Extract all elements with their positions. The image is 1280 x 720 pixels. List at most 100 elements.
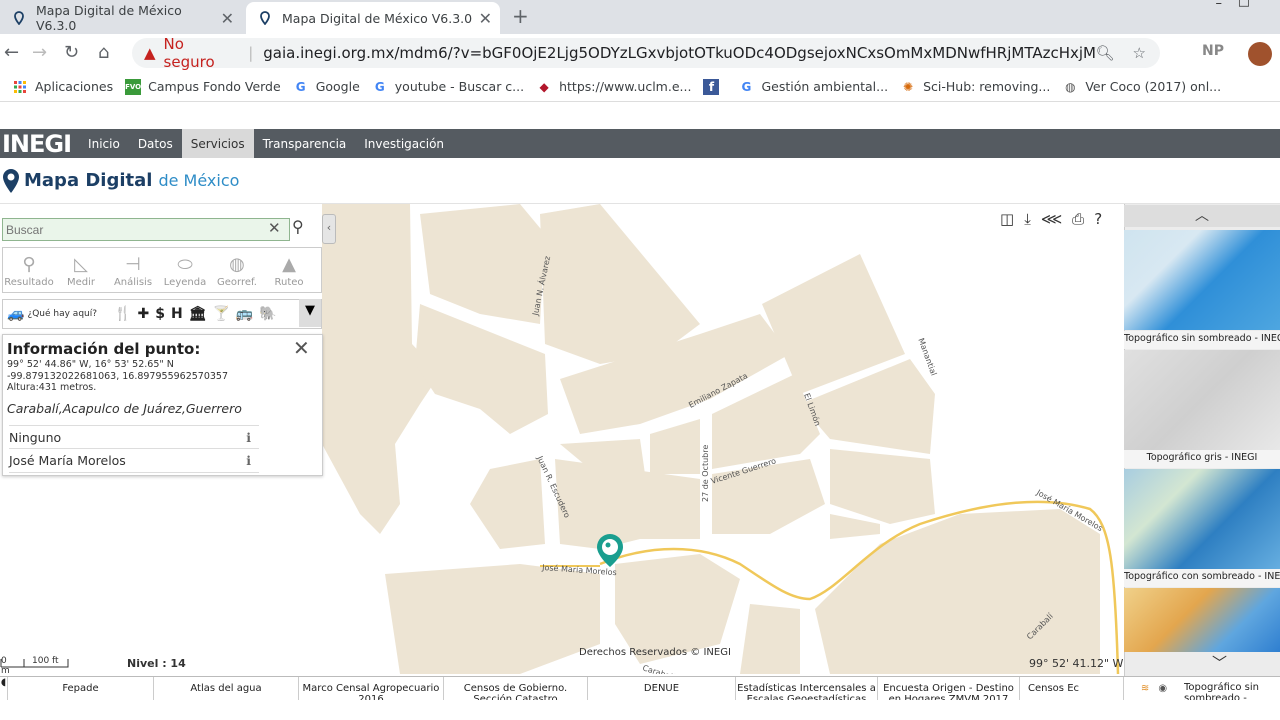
hotel-icon[interactable]: H bbox=[171, 306, 183, 322]
app-subtitle: de México bbox=[158, 171, 240, 190]
close-icon[interactable]: ✕ bbox=[221, 9, 234, 28]
uclm-icon: ◆ bbox=[539, 79, 549, 94]
share-icon[interactable]: ⋘ bbox=[1041, 210, 1062, 228]
search-icon[interactable]: ⚲ bbox=[292, 217, 304, 236]
scroll-left-icon[interactable]: ◖ bbox=[0, 677, 8, 701]
what-here-icon[interactable]: 🚙 bbox=[7, 306, 24, 322]
split-view-icon[interactable]: ◫ bbox=[1000, 210, 1014, 228]
zoo-icon[interactable]: 🐘 bbox=[259, 306, 276, 322]
bookmark-youtube[interactable]: Gyoutube - Buscar c... bbox=[372, 79, 524, 95]
print-icon[interactable]: ⎙ bbox=[1072, 210, 1084, 228]
bottom-tab[interactable]: Censos de Gobierno. Sección Catastro bbox=[444, 677, 588, 701]
bottom-tab[interactable]: Censos Ec bbox=[1020, 677, 1124, 701]
menu-inicio[interactable]: Inicio bbox=[79, 129, 129, 158]
help-icon[interactable]: ? bbox=[1094, 210, 1102, 228]
info-icon[interactable]: ℹ bbox=[246, 453, 251, 468]
new-tab-button[interactable]: + bbox=[512, 4, 529, 28]
inegi-logo[interactable]: INEGI bbox=[0, 130, 79, 158]
poi-dropdown-icon[interactable]: ▼ bbox=[299, 299, 321, 327]
bookmark-label: Gestión ambiental... bbox=[761, 79, 889, 94]
tag-icon: ⬭ bbox=[177, 254, 193, 275]
clear-icon[interactable]: ✕ bbox=[268, 219, 281, 237]
info-row[interactable]: José María Morelos ℹ bbox=[9, 449, 259, 473]
bus-icon[interactable]: 🚌 bbox=[236, 306, 253, 322]
eye-icon[interactable]: ◉ bbox=[1158, 683, 1167, 694]
bookmark-scihub[interactable]: ✺ Sci-Hub: removing... bbox=[900, 79, 1050, 95]
bookmark-uclm[interactable]: ◆ https://www.uclm.e... bbox=[536, 79, 691, 95]
close-icon[interactable]: ✕ bbox=[293, 336, 310, 360]
bar-icon[interactable]: 🍸 bbox=[212, 306, 229, 322]
basemap-thumb-relief[interactable] bbox=[1124, 588, 1280, 652]
minimize-icon[interactable]: – bbox=[1216, 0, 1223, 11]
bank-icon[interactable]: $ bbox=[155, 306, 165, 322]
tool-medir[interactable]: ◺ Medir bbox=[55, 248, 107, 292]
map-pin-icon bbox=[2, 168, 20, 198]
bookmark-campus[interactable]: FVO Campus Fondo Verde bbox=[125, 78, 281, 95]
chevron-up-icon[interactable]: ︿ bbox=[1124, 205, 1280, 227]
reload-icon[interactable]: ↻ bbox=[64, 42, 79, 63]
basemap-thumb-shaded[interactable] bbox=[1124, 469, 1280, 569]
road-icon: ▲ bbox=[282, 254, 296, 275]
bookmark-apps[interactable]: Aplicaciones bbox=[12, 79, 113, 95]
bookmark-gestion[interactable]: G Gestión ambiental... bbox=[738, 79, 889, 95]
tool-georref[interactable]: ◍ Georref. bbox=[211, 248, 263, 292]
bottom-tab[interactable]: Marco Censal Agropecuario 2016 bbox=[299, 677, 444, 701]
bottom-tab[interactable]: Fepade bbox=[8, 677, 154, 701]
star-icon[interactable]: ☆ bbox=[1133, 44, 1146, 62]
zoom-level: Nivel : 14 bbox=[127, 657, 186, 670]
bookmark-facebook[interactable]: f bbox=[703, 78, 726, 95]
back-icon[interactable]: ← bbox=[4, 42, 19, 63]
profile-initials[interactable]: NP bbox=[1202, 43, 1224, 59]
tool-leyenda[interactable]: ⬭ Leyenda bbox=[159, 248, 211, 292]
museum-icon[interactable]: 🏛 bbox=[189, 306, 207, 322]
address-bar[interactable]: ▲ No seguro | gaia.inegi.org.mx/mdm6/?v=… bbox=[132, 35, 1160, 71]
avatar[interactable] bbox=[1248, 42, 1272, 66]
bottom-tab[interactable]: DENUE bbox=[588, 677, 736, 701]
menu-transparencia[interactable]: Transparencia bbox=[254, 129, 356, 158]
tool-resultado[interactable]: ⚲ Resultado bbox=[3, 248, 55, 292]
scale-meters: 0 m bbox=[1, 656, 10, 676]
bottom-tab[interactable]: Encuesta Origen - Destino en Hogares ZMV… bbox=[878, 677, 1020, 701]
bookmark-google[interactable]: G Google bbox=[293, 79, 360, 95]
tool-analisis[interactable]: ⊣ Análisis bbox=[107, 248, 159, 292]
maximize-icon[interactable]: □ bbox=[1238, 0, 1250, 9]
separator: | bbox=[248, 44, 254, 62]
chevron-down-icon[interactable]: ﹀ bbox=[1212, 652, 1227, 673]
info-icon[interactable]: ℹ bbox=[246, 430, 251, 445]
layers-icon[interactable]: ≋ bbox=[1141, 683, 1149, 694]
hospital-icon[interactable]: ✚ bbox=[137, 306, 149, 322]
info-place: Carabalí,Acapulco de Juárez,Guerrero bbox=[7, 401, 242, 416]
bookmark-coco[interactable]: ◍ Ver Coco (2017) onl... bbox=[1062, 79, 1221, 95]
security-label: No seguro bbox=[163, 35, 215, 71]
scihub-icon: ✺ bbox=[903, 79, 914, 94]
browser-tab[interactable]: Mapa Digital de México V6.3.0 ✕ bbox=[0, 2, 242, 34]
tool-ruteo[interactable]: ▲ Ruteo bbox=[263, 248, 315, 292]
tool-label: Resultado bbox=[4, 277, 54, 288]
tool-label: Análisis bbox=[113, 277, 153, 288]
basemap-thumb-topo[interactable] bbox=[1124, 230, 1280, 330]
menu-investigacion[interactable]: Investigación bbox=[355, 129, 453, 158]
collapse-panel-button[interactable]: ‹ bbox=[322, 214, 336, 244]
menu-servicios[interactable]: Servicios bbox=[181, 129, 254, 158]
bottom-tab[interactable]: Estadísticas Intercensales a Escalas Geo… bbox=[736, 677, 878, 701]
close-icon[interactable]: ✕ bbox=[479, 9, 492, 28]
bottom-tab[interactable]: Atlas del agua bbox=[154, 677, 299, 701]
search-input[interactable] bbox=[2, 218, 290, 241]
info-row[interactable]: Ninguno ℹ bbox=[9, 425, 259, 449]
google-icon: G bbox=[295, 79, 306, 94]
download-icon[interactable]: ⤓ bbox=[1024, 210, 1031, 228]
basemap-thumb-gray[interactable] bbox=[1124, 350, 1280, 450]
scale-feet: 100 ft bbox=[32, 656, 59, 666]
layers-controls: ≋ ◉ bbox=[1124, 677, 1184, 701]
zoom-icon[interactable]: 🔍︎ bbox=[1096, 44, 1115, 62]
browser-tab-active[interactable]: Mapa Digital de México V6.3.0 ✕ bbox=[246, 2, 500, 34]
address-row: ← → ↻ ⌂ ▲ No seguro | gaia.inegi.org.mx/… bbox=[0, 34, 1280, 72]
menu-datos[interactable]: Datos bbox=[129, 129, 182, 158]
map-pin-icon bbox=[258, 11, 272, 26]
forward-icon[interactable]: → bbox=[32, 42, 47, 63]
what-here-label[interactable]: ¿Qué hay aquí? bbox=[27, 309, 97, 319]
warning-icon: ▲ bbox=[144, 44, 156, 62]
restaurant-icon[interactable]: 🍴 bbox=[114, 306, 131, 322]
home-icon[interactable]: ⌂ bbox=[98, 42, 109, 63]
app-title-bar: Mapa Digital de México bbox=[0, 158, 1280, 204]
